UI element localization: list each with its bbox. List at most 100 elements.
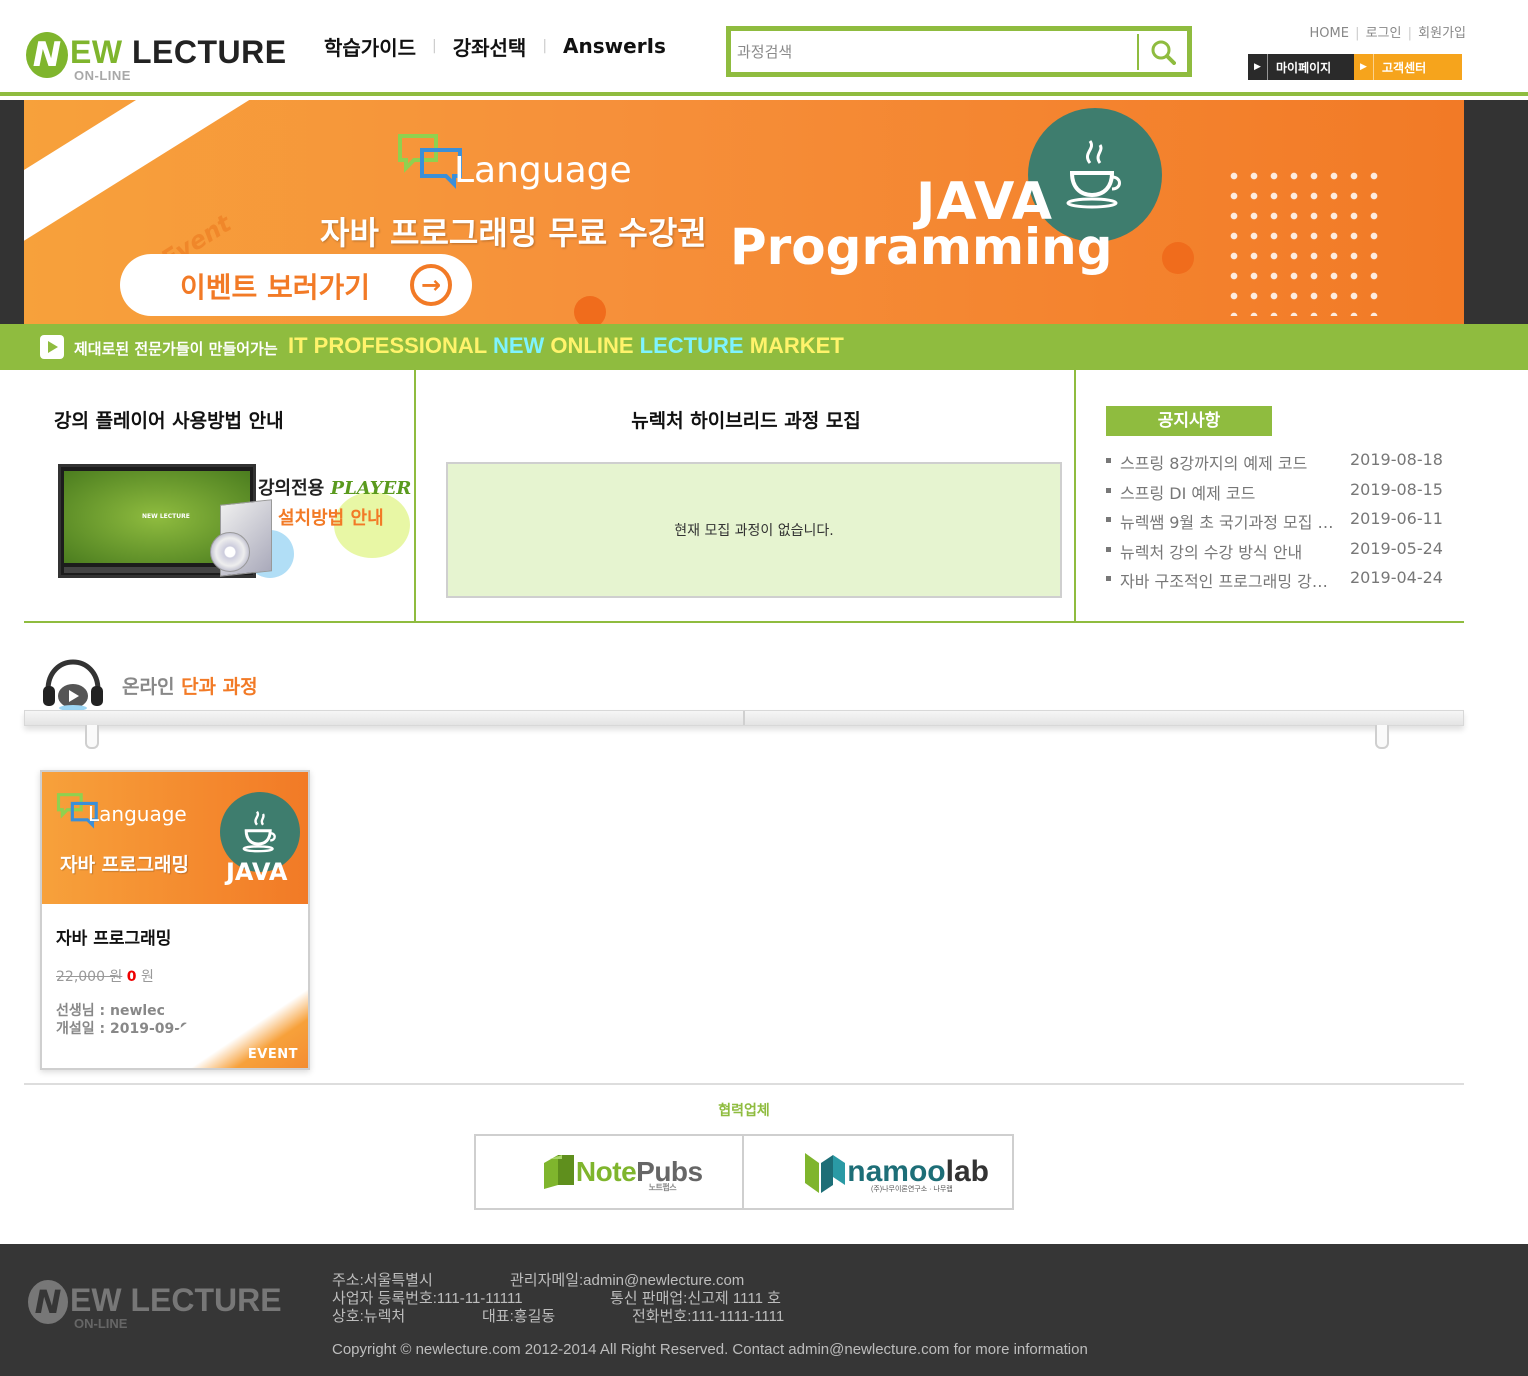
hybrid-course-box: 현재 모집 과정이 없습니다. (446, 462, 1062, 598)
footer-phone: 전화번호:111-1111-1111 (632, 1308, 785, 1325)
partners-title: 협력업체 (718, 1103, 770, 1119)
view-event-label: 이벤트 보러가기 (180, 271, 371, 304)
search-icon (1151, 40, 1176, 65)
slogan-word: NEW (492, 333, 545, 358)
search-box (726, 26, 1192, 77)
customer-center-button[interactable]: ▶ 고객센터 (1354, 54, 1462, 80)
slogan-bar: 제대로된 전문가들이 만들어가는 IT PROFESSIONAL NEW ONL… (0, 324, 1528, 370)
footer-address: 주소:서울특별시 (332, 1272, 433, 1289)
mypage-label: 마이페이지 (1276, 60, 1332, 75)
notepubs-name-a: Note (575, 1156, 637, 1187)
notice-item[interactable]: 스프링 DI 예제 코드 2019-08-15 (1106, 476, 1456, 506)
banner-language: Language (454, 150, 632, 191)
nav-item-answeris[interactable]: AnswerIs (563, 34, 666, 58)
slogan-word: MARKET (749, 333, 844, 358)
player-label: 강의전용 PLAYER (258, 474, 411, 500)
event-badge: EVENT (247, 1047, 298, 1062)
sale-price: 0 (126, 969, 137, 985)
notice-item-date: 2019-06-11 (1350, 509, 1443, 528)
site-logo[interactable]: N EW LECTURE ON-LINE (26, 30, 296, 86)
logo-lecture: LECTURE (122, 34, 287, 70)
notice-item-title: 스프링 8강까지의 예제 코드 (1120, 454, 1308, 473)
footer-biz-no: 사업자 등록번호:111-11-11111 (332, 1290, 523, 1307)
decor-dot (1162, 242, 1194, 274)
thumbnail-java: JAVA (226, 858, 288, 886)
notice-item-date: 2019-04-24 (1350, 568, 1443, 587)
footer-admin-email: 관리자메일:admin@newlecture.com (510, 1272, 745, 1289)
util-separator: | (1407, 26, 1413, 41)
banner-area: Event Language 자바 프로그래밍 무료 수강권 이벤트 보러가기 … (0, 100, 1528, 324)
partner-notepubs[interactable]: Note Pubs 노트펍스 (474, 1134, 744, 1210)
logo-ew: EW (70, 34, 123, 70)
header: N EW LECTURE ON-LINE 학습가이드 | 강좌선택 | Answ… (0, 0, 1528, 96)
notice-list: 스프링 8강까지의 예제 코드 2019-08-18 스프링 DI 예제 코드 20… (1106, 446, 1456, 594)
login-link[interactable]: 로그인 (1366, 26, 1402, 41)
player-guide-title: 강의 플레이어 사용방법 안내 (54, 410, 284, 432)
footer: N EW LECTURE ON-LINE 주소:서울특별시 관리자메일:admi… (0, 1244, 1528, 1376)
namoolab-subtitle: (주)나무이론연구소 · 나무랩 (870, 1186, 953, 1193)
course-title-highlight: 단과 과정 (181, 676, 258, 698)
footer-copyright: Copyright © newlecture.com 2012-2014 All… (332, 1341, 1088, 1358)
partner-namoolab[interactable]: namoo lab (주)나무이론연구소 · 나무랩 (744, 1134, 1014, 1210)
footer-logo: N EW LECTURE ON-LINE (28, 1278, 298, 1334)
utility-links: HOME | 로그인 | 회원가입 (1300, 22, 1466, 41)
banner-programming: Programming (730, 218, 1113, 276)
decor-dot (574, 296, 606, 324)
play-icon (40, 335, 64, 359)
arrow-right-icon: → (410, 264, 452, 306)
search-button[interactable] (1137, 34, 1187, 70)
player-label-text: 강의전용 (258, 478, 325, 499)
notice-item-title: 스프링 DI 예제 코드 (1120, 483, 1256, 503)
thumbnail-subtitle: 자바 프로그래밍 (60, 854, 189, 876)
shelf-hook (1375, 725, 1389, 749)
player-label-em: PLAYER (330, 478, 412, 499)
install-guide-label: 설치방법 안내 (278, 508, 384, 529)
footer-logo-subtitle: ON-LINE (74, 1316, 128, 1331)
signup-link[interactable]: 회원가입 (1418, 26, 1466, 41)
notice-item-date: 2019-08-18 (1350, 450, 1443, 469)
notice-item[interactable]: 뉴렉처 강의 수강 방식 안내 2019-05-24 (1106, 535, 1456, 565)
notepubs-subtitle: 노트펍스 (648, 1182, 677, 1192)
logo-n-icon: N (26, 32, 68, 78)
course-title-prefix: 온라인 (122, 676, 175, 698)
info-section: 강의 플레이어 사용방법 안내 NEW LECTURE 강의전용 PLAYER … (24, 370, 1464, 623)
coffee-cup-icon (242, 810, 276, 853)
notice-item-title: 자바 구조적인 프로그래밍 강의 예제 파일 (1120, 572, 1340, 591)
notice-title[interactable]: 공지사항 (1106, 406, 1272, 436)
home-link[interactable]: HOME (1309, 26, 1348, 41)
coffee-cup-icon (1066, 140, 1121, 209)
event-banner[interactable]: Event Language 자바 프로그래밍 무료 수강권 이벤트 보러가기 … (24, 100, 1464, 324)
original-price: 22,000 원 (56, 969, 123, 985)
nav-item-learning-guide[interactable]: 학습가이드 (324, 32, 416, 61)
notice-item[interactable]: 자바 구조적인 프로그래밍 강의 예제 파일 2019-04-24 (1106, 564, 1456, 594)
course-price: 22,000 원 0 원 (56, 966, 154, 986)
nav-separator: | (542, 38, 548, 54)
cd-icon (210, 532, 250, 572)
course-card[interactable]: Language 자바 프로그래밍 JAVA 자바 프로그래밍 22,000 원… (40, 770, 310, 1070)
notice-item[interactable]: 뉴렉쌤 9월 초 국기과정 모집 안내 2019-06-11 (1106, 505, 1456, 535)
slogan-small: 제대로된 전문가들이 만들어가는 (74, 340, 278, 358)
footer-ceo: 대표:홍길동 (482, 1308, 556, 1325)
notice-item-title: 뉴렉쌤 9월 초 국기과정 모집 안내 (1120, 513, 1340, 532)
nav-item-course-select[interactable]: 강좌선택 (453, 32, 527, 61)
course-thumbnail: Language 자바 프로그래밍 JAVA (42, 772, 308, 904)
search-input[interactable] (737, 35, 1137, 69)
logo-subtitle: ON-LINE (74, 68, 131, 83)
slogan-word: ONLINE (550, 333, 634, 358)
view-event-button[interactable]: 이벤트 보러가기 → (120, 254, 472, 316)
course-section-title: 온라인 단과 과정 (122, 672, 258, 699)
namoolab-logo: namoo lab (주)나무이론연구소 · 나무랩 (803, 1149, 989, 1195)
course-section-header: 온라인 단과 과정 (40, 656, 540, 712)
currency: 원 (140, 969, 154, 985)
main-nav: 학습가이드 | 강좌선택 | AnswerIs (324, 30, 666, 62)
player-logo: NEW LECTURE (142, 513, 190, 520)
empty-message: 현재 모집 과정이 없습니다. (674, 523, 834, 539)
notice-item-date: 2019-08-15 (1350, 479, 1443, 499)
course-shelf (24, 710, 1464, 749)
mypage-button[interactable]: ▶ 마이페이지 (1248, 54, 1354, 80)
notice-item-date: 2019-05-24 (1350, 538, 1443, 558)
notice-item[interactable]: 스프링 8강까지의 예제 코드 2019-08-18 (1106, 446, 1456, 476)
course-teacher: 선생님 : newlec (56, 1003, 165, 1019)
headphone-icon (43, 659, 103, 711)
footer-company: 상호:뉴렉처 (332, 1308, 406, 1325)
